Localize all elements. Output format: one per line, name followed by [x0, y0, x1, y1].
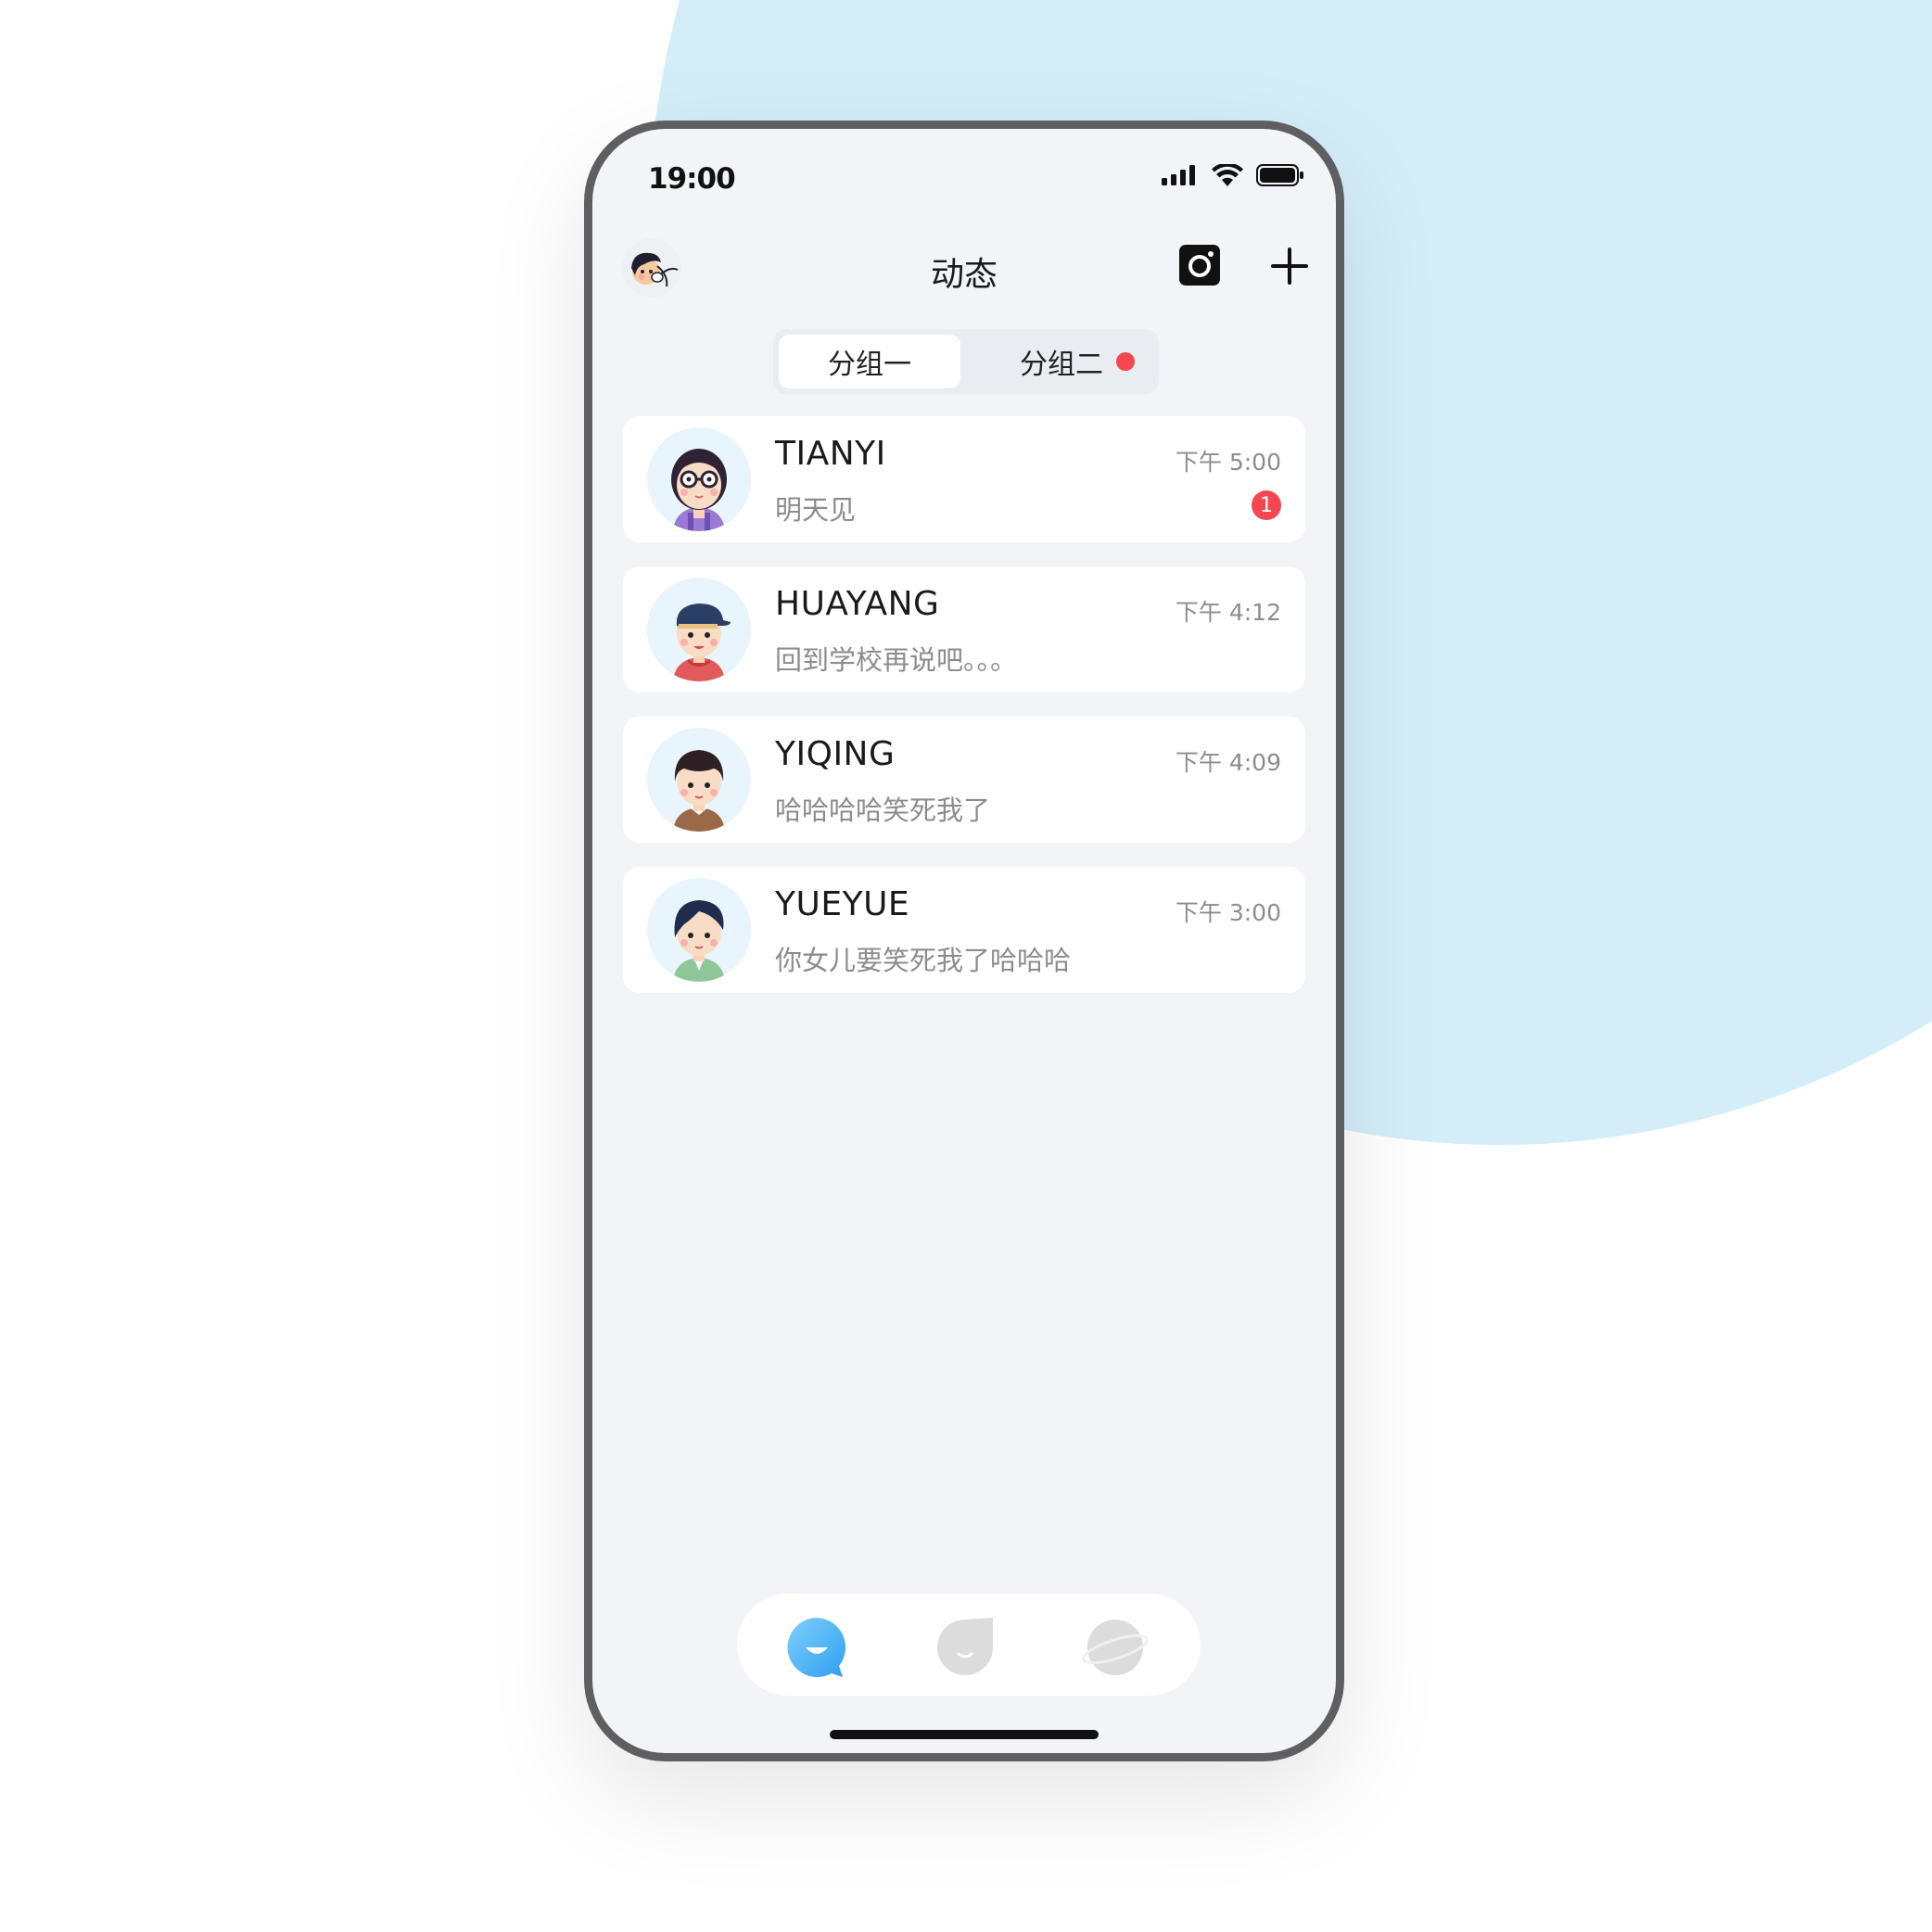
tab-discover[interactable] [1082, 1616, 1149, 1679]
page-title: 动态 [930, 256, 998, 294]
chat-name: YIQING [775, 735, 896, 773]
status-time: 19:00 [648, 162, 736, 196]
plus-icon [1271, 248, 1308, 285]
planet-icon [1082, 1620, 1149, 1675]
tab-messages[interactable] [785, 1616, 848, 1679]
tab-group-one-label: 分组一 [828, 349, 911, 381]
tab-moments[interactable] [934, 1616, 997, 1679]
unread-dot [1116, 352, 1135, 371]
wifi-icon [1212, 164, 1243, 186]
canvas: 19:00 动态 分组一 分组二 TIANYI 明天见 下午 5:00 1 HU… [0, 0, 1932, 1932]
battery-icon [1256, 164, 1303, 186]
tab-group-one[interactable]: 分组一 [779, 335, 960, 388]
unread-badge: 1 [1252, 490, 1281, 520]
camera-button[interactable] [1178, 244, 1221, 286]
status-icons [1162, 164, 1304, 186]
group-segment-control: 分组一 分组二 [773, 329, 1159, 394]
chat-time: 下午 4:09 [1175, 749, 1281, 776]
bottom-tab-bar [737, 1594, 1201, 1696]
add-button[interactable] [1267, 244, 1312, 288]
chat-item[interactable]: HUAYANG 回到学校再说吧。。。 下午 4:12 [623, 566, 1305, 693]
tab-group-two-label: 分组二 [1020, 349, 1103, 381]
header: 动态 [592, 231, 1336, 324]
chat-name: TIANYI [775, 435, 886, 473]
avatar [647, 578, 751, 681]
chat-message: 哈哈哈哈笑死我了 [775, 794, 991, 826]
tab-group-two[interactable]: 分组二 [972, 335, 1153, 388]
chat-bubble-icon [787, 1618, 846, 1677]
avatar [647, 728, 751, 832]
chat-item[interactable]: TIANYI 明天见 下午 5:00 1 [623, 416, 1305, 542]
chat-time: 下午 5:00 [1175, 449, 1281, 476]
chat-time: 下午 3:00 [1175, 899, 1281, 926]
cellular-signal-icon [1162, 165, 1195, 185]
status-bar: 19:00 [592, 129, 1336, 222]
chat-item[interactable]: YUEYUE 你女儿要笑死我了哈哈哈 下午 3:00 [623, 867, 1305, 993]
chat-time: 下午 4:12 [1175, 599, 1281, 626]
phone-frame: 19:00 动态 分组一 分组二 TIANYI 明天见 下午 5:00 1 HU… [584, 121, 1344, 1761]
chat-message: 回到学校再说吧。。。 [775, 644, 1018, 676]
camera-icon [1179, 245, 1220, 286]
drop-face-icon [937, 1618, 993, 1675]
avatar [647, 427, 751, 531]
chat-name: YUEYUE [775, 885, 910, 923]
chat-message: 你女儿要笑死我了哈哈哈 [775, 945, 1072, 976]
chat-name: HUAYANG [775, 585, 940, 623]
chat-item[interactable]: YIQING 哈哈哈哈笑死我了 下午 4:09 [623, 717, 1305, 843]
chat-message: 明天见 [775, 494, 857, 526]
avatar [647, 878, 751, 982]
home-indicator [830, 1730, 1099, 1739]
